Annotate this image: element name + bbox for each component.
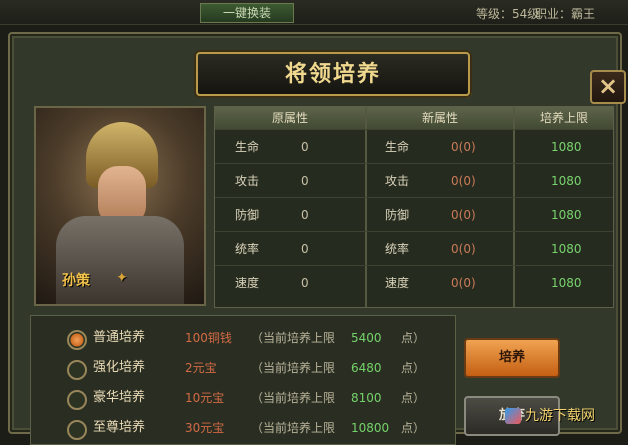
attr-limit-value: 1080 <box>551 174 582 188</box>
training-options: 普通培养 100铜钱 （当前培养上限 5400 点） 强化培养 2元宝 （当前培… <box>30 315 456 445</box>
radio-button[interactable] <box>67 420 87 440</box>
training-option-supreme[interactable]: 至尊培养 30元宝 （当前培养上限 10800 点） <box>31 414 455 444</box>
star-icon: ✦ <box>116 270 128 286</box>
attr-new-value: 0(0) <box>451 140 476 154</box>
table-header: 原属性 新属性 培养上限 <box>215 107 613 130</box>
attr-new-label: 生命 <box>385 140 410 154</box>
training-option-luxury[interactable]: 豪华培养 10元宝 （当前培养上限 8100 点） <box>31 384 455 414</box>
top-bar: 一键换装 等级：54级 职业：霸王 <box>0 0 628 25</box>
option-unit: 点） <box>401 361 426 375</box>
watermark-text: 九游下载网 <box>525 408 595 424</box>
attr-new-label: 统率 <box>385 242 410 256</box>
attr-label: 速度 <box>235 276 260 290</box>
attr-original-value: 0 <box>301 140 309 154</box>
radio-button[interactable] <box>67 330 87 350</box>
option-name: 普通培养 <box>93 330 146 345</box>
option-cost: 100铜钱 <box>185 331 232 345</box>
header-training-limit: 培养上限 <box>539 111 588 125</box>
header-original-attributes: 原属性 <box>271 111 308 125</box>
attribute-table: 原属性 新属性 培养上限 生命 0 生命 0(0) 1080 攻击 0 攻击 0… <box>214 106 614 308</box>
radio-button[interactable] <box>67 360 87 380</box>
dialog-title: 将领培养 <box>284 61 381 87</box>
attr-new-value: 0(0) <box>451 276 476 290</box>
attr-new-label: 攻击 <box>385 174 410 188</box>
header-new-attributes: 新属性 <box>421 111 458 125</box>
attr-new-label: 防御 <box>385 208 410 222</box>
option-unit: 点） <box>401 391 426 405</box>
attr-label: 攻击 <box>235 174 260 188</box>
watermark: 九游下载网 <box>505 405 595 425</box>
watermark-logo-icon <box>505 408 521 424</box>
attr-original-value: 0 <box>301 208 309 222</box>
armor-icon <box>56 216 184 304</box>
option-limit-label: （当前培养上限 <box>251 391 336 405</box>
one-click-equip-button[interactable]: 一键换装 <box>200 3 294 23</box>
player-job: 职业：霸王 <box>535 7 596 21</box>
option-unit: 点） <box>401 421 426 435</box>
hero-name: 孙策 <box>62 273 90 289</box>
option-name: 强化培养 <box>93 360 146 375</box>
attr-label: 防御 <box>235 208 260 222</box>
training-option-enhanced[interactable]: 强化培养 2元宝 （当前培养上限 6480 点） <box>31 354 455 384</box>
close-button[interactable]: × <box>590 70 626 104</box>
training-option-normal[interactable]: 普通培养 100铜钱 （当前培养上限 5400 点） <box>31 324 455 354</box>
table-row: 统率 0 统率 0(0) 1080 <box>215 231 613 266</box>
table-row: 攻击 0 攻击 0(0) 1080 <box>215 163 613 198</box>
attr-limit-value: 1080 <box>551 140 582 154</box>
option-limit-value: 6480 <box>351 361 382 375</box>
option-limit-value: 5400 <box>351 331 382 345</box>
attr-new-value: 0(0) <box>451 208 476 222</box>
option-name: 至尊培养 <box>93 420 146 435</box>
option-cost: 10元宝 <box>185 391 225 405</box>
attr-original-value: 0 <box>301 276 309 290</box>
attr-new-label: 速度 <box>385 276 410 290</box>
option-limit-label: （当前培养上限 <box>251 421 336 435</box>
train-button[interactable]: 培养 <box>464 338 560 378</box>
attr-limit-value: 1080 <box>551 242 582 256</box>
attr-limit-value: 1080 <box>551 208 582 222</box>
dialog-titlebar: 将领培养 <box>196 52 470 96</box>
option-cost: 2元宝 <box>185 361 217 375</box>
hero-portrait: 孙策 ✦ <box>34 106 206 306</box>
option-unit: 点） <box>401 331 426 345</box>
option-cost: 30元宝 <box>185 421 225 435</box>
option-limit-value: 10800 <box>351 421 390 435</box>
attr-new-value: 0(0) <box>451 242 476 256</box>
table-row: 速度 0 速度 0(0) 1080 <box>215 265 613 300</box>
option-limit-label: （当前培养上限 <box>251 331 336 345</box>
general-training-dialog: 将领培养 × 孙策 ✦ 原属性 新属性 培养上限 生命 0 生命 0(0) 10… <box>8 32 626 445</box>
table-row: 生命 0 生命 0(0) 1080 <box>215 129 613 164</box>
attr-original-value: 0 <box>301 242 309 256</box>
attr-new-value: 0(0) <box>451 174 476 188</box>
radio-button[interactable] <box>67 390 87 410</box>
player-level: 等级：54级 <box>476 7 540 21</box>
attr-original-value: 0 <box>301 174 309 188</box>
option-limit-value: 8100 <box>351 391 382 405</box>
attr-label: 统率 <box>235 242 260 256</box>
option-name: 豪华培养 <box>93 390 146 405</box>
table-row: 防御 0 防御 0(0) 1080 <box>215 197 613 232</box>
attr-label: 生命 <box>235 140 260 154</box>
attr-limit-value: 1080 <box>551 276 582 290</box>
option-limit-label: （当前培养上限 <box>251 361 336 375</box>
